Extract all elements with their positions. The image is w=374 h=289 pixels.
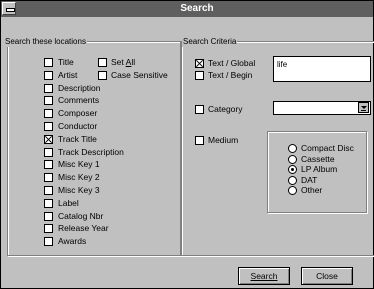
location-checkbox[interactable] (44, 109, 53, 119)
text-begin-label: Text / Begin (208, 70, 253, 80)
medium-label: Medium (208, 135, 239, 145)
case-sensitive-label: Case Sensitive (111, 70, 168, 80)
location-checkbox[interactable] (44, 147, 53, 157)
search-text-input[interactable]: life (273, 56, 371, 82)
medium-option-label: DAT (301, 174, 318, 185)
chevron-down-icon[interactable] (358, 102, 369, 113)
location-checkbox[interactable] (44, 211, 53, 221)
location-label: Misc Key 1 (58, 159, 100, 170)
criteria-group-label: Search Criteria (182, 37, 238, 47)
category-label: Category (208, 104, 243, 114)
location-checkbox[interactable] (44, 134, 53, 144)
text-global-label: Text / Global (208, 58, 256, 68)
location-checkbox[interactable] (44, 160, 53, 170)
close-button-label: Close (316, 271, 338, 281)
search-button-label: Search (250, 271, 278, 281)
location-checkbox[interactable] (44, 173, 53, 183)
text-global-checkbox[interactable] (195, 59, 204, 68)
title-bar: Search (1, 1, 373, 17)
location-label: Track Description (58, 146, 124, 157)
location-label: Conductor (58, 121, 98, 131)
location-checkbox[interactable] (44, 186, 53, 195)
close-button[interactable]: Close (301, 267, 353, 285)
medium-radio[interactable] (288, 165, 297, 174)
location-label: Catalog Nbr (58, 210, 104, 221)
system-menu-button[interactable] (2, 2, 16, 15)
location-label: Misc Key 2 (58, 172, 100, 183)
location-checkbox[interactable] (44, 96, 53, 106)
set-all-checkbox[interactable] (98, 58, 107, 67)
set-all-label-text: Set All (111, 57, 136, 67)
category-checkbox[interactable] (195, 105, 204, 114)
location-label: Awards (58, 236, 87, 247)
medium-option-label: LP Album (301, 164, 338, 174)
location-checkbox[interactable] (44, 83, 53, 93)
locations-group-label: Search these locations (4, 37, 87, 47)
location-checkbox[interactable] (44, 224, 53, 234)
medium-radio[interactable] (288, 154, 297, 164)
minus-icon (6, 8, 15, 12)
window-title: Search (180, 3, 214, 14)
location-label: Title (58, 57, 74, 67)
location-checkbox[interactable] (44, 70, 53, 80)
case-sensitive-checkbox[interactable] (98, 71, 107, 80)
location-checkbox[interactable] (44, 122, 53, 131)
location-label: Label (58, 197, 79, 208)
location-label: Composer (58, 108, 98, 119)
location-label: Description (58, 82, 101, 93)
set-all-label: Set All (111, 57, 135, 67)
medium-option-label: Compact Disc (301, 143, 354, 153)
location-label: Track Title (58, 133, 97, 144)
medium-radio[interactable] (288, 144, 297, 153)
medium-radio[interactable] (288, 186, 297, 195)
location-label: Comments (58, 95, 100, 106)
search-button[interactable]: Search (238, 267, 290, 285)
medium-radio[interactable] (288, 175, 297, 185)
text-begin-checkbox[interactable] (195, 71, 204, 80)
set-all-accelerator: A (125, 57, 132, 67)
medium-checkbox[interactable] (195, 136, 204, 145)
location-label: Artist (58, 69, 78, 80)
medium-option-label: Cassette (301, 153, 335, 164)
location-checkbox[interactable] (44, 58, 53, 67)
location-label: Release Year (58, 223, 109, 234)
location-checkbox[interactable] (44, 237, 53, 247)
medium-option-label: Other (301, 185, 323, 195)
category-select[interactable] (273, 101, 371, 115)
search-dialog: Search Search these locations Title Artis… (0, 0, 374, 289)
location-label: Misc Key 3 (58, 185, 100, 195)
location-checkbox[interactable] (44, 198, 53, 208)
